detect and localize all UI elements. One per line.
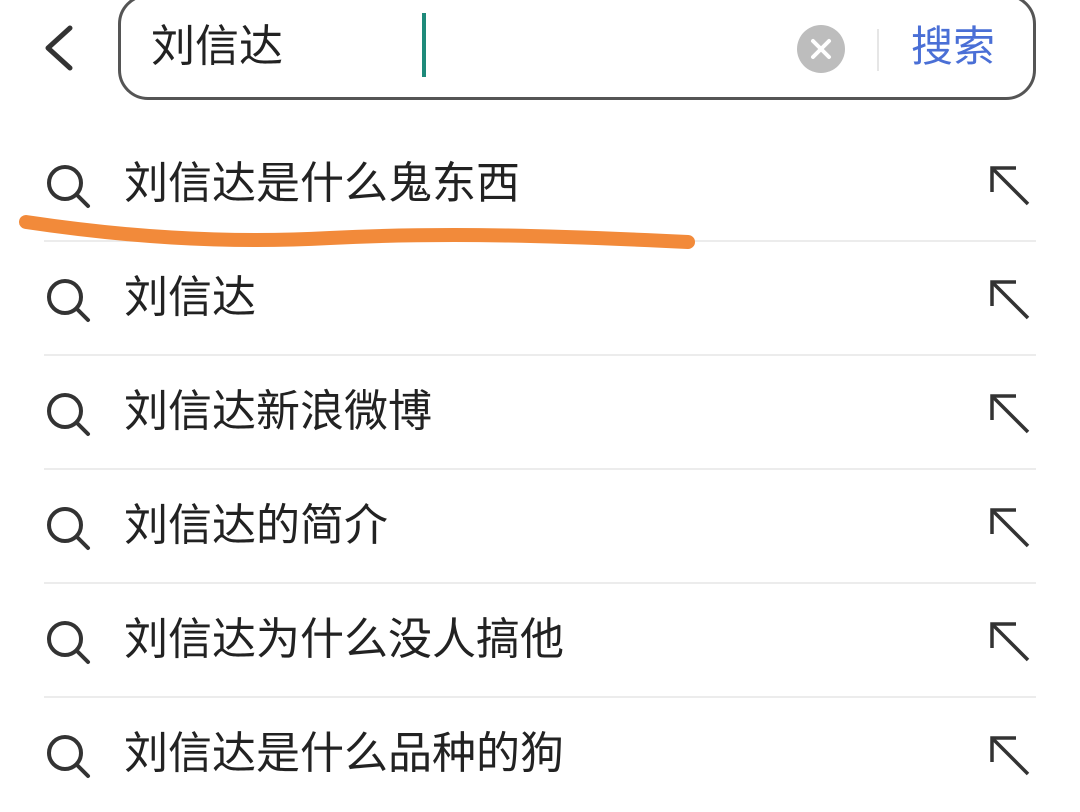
suggestion-item[interactable]: 刘信达新浪微博 [0,356,1080,470]
search-icon [47,279,90,322]
suggestion-item[interactable]: 刘信达的简介 [0,470,1080,584]
arrow-up-left-icon[interactable] [986,162,1034,210]
arrow-up-left-icon[interactable] [986,618,1034,666]
clear-button[interactable] [797,25,845,73]
search-button[interactable]: 搜索 [911,15,995,79]
search-input[interactable] [151,17,771,77]
suggestion-list: 刘信达是什么鬼东西 刘信达 刘信达新浪微博 刘信达的简介 刘信达为什么没人搞他 … [0,128,1080,812]
suggestion-item[interactable]: 刘信达是什么鬼东西 [0,128,1080,242]
arrow-up-left-icon[interactable] [986,732,1034,780]
arrow-up-left-icon[interactable] [986,276,1034,324]
search-box: 搜索 [118,0,1036,100]
back-button[interactable] [30,12,94,84]
search-icon [47,165,90,208]
search-header: 搜索 [0,0,1080,120]
search-icon [47,735,90,778]
suggestion-item[interactable]: 刘信达 [0,242,1080,356]
search-icon [47,393,90,436]
search-divider [877,29,879,71]
suggestion-label: 刘信达的简介 [124,500,388,551]
arrow-up-left-icon[interactable] [986,390,1034,438]
suggestion-label: 刘信达是什么鬼东西 [124,158,520,209]
suggestion-label: 刘信达为什么没人搞他 [124,614,564,665]
suggestion-label: 刘信达新浪微博 [124,386,432,437]
suggestion-label: 刘信达是什么品种的狗 [124,728,564,779]
arrow-up-left-icon[interactable] [986,504,1034,552]
suggestion-label: 刘信达 [124,272,256,323]
search-icon [47,621,90,664]
text-caret [422,13,426,77]
suggestion-item[interactable]: 刘信达是什么品种的狗 [0,698,1080,812]
suggestion-item[interactable]: 刘信达为什么没人搞他 [0,584,1080,698]
close-icon [811,39,831,59]
search-icon [47,507,90,550]
chevron-left-icon [45,25,73,71]
